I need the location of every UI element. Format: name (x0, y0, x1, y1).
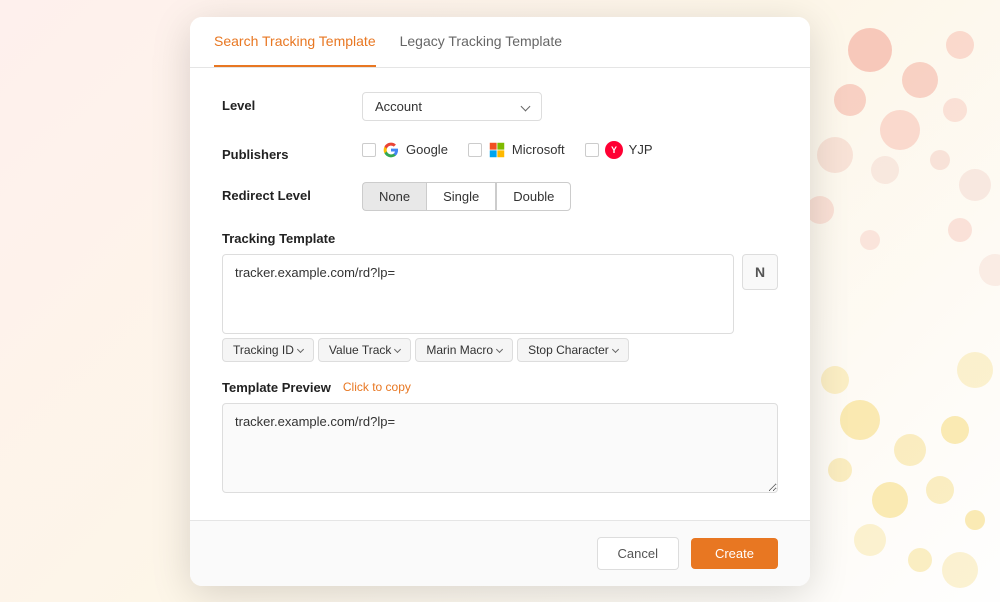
tab-legacy-tracking[interactable]: Legacy Tracking Template (400, 17, 562, 67)
modal-wrapper: Search Tracking Template Legacy Tracking… (0, 0, 1000, 602)
microsoft-checkbox[interactable] (468, 143, 482, 157)
publishers-control: Google (362, 141, 778, 159)
modal-tabs: Search Tracking Template Legacy Tracking… (190, 17, 810, 68)
yjp-checkbox[interactable] (585, 143, 599, 157)
redirect-control: None Single Double (362, 182, 778, 211)
publisher-google: Google (362, 141, 448, 159)
google-checkbox[interactable] (362, 143, 376, 157)
yjp-logo: Y (605, 141, 623, 159)
modal-body: Level Account Publishers (190, 68, 810, 520)
modal: Search Tracking Template Legacy Tracking… (190, 17, 810, 586)
redirect-double-button[interactable]: Double (496, 182, 571, 211)
redirect-row: Redirect Level None Single Double (222, 182, 778, 211)
google-logo (382, 141, 400, 159)
tracking-template-label: Tracking Template (222, 231, 778, 246)
value-track-arrow (394, 346, 401, 353)
redirect-buttons: None Single Double (362, 182, 778, 211)
n-button[interactable]: N (742, 254, 778, 290)
chevron-down-icon (521, 101, 531, 111)
create-button[interactable]: Create (691, 538, 778, 569)
publisher-yjp: Y YJP (585, 141, 653, 159)
publisher-microsoft: Microsoft (468, 141, 565, 159)
tag-buttons: Tracking ID Value Track Marin Macro Stop… (222, 338, 778, 362)
level-label: Level (222, 92, 362, 113)
preview-textarea[interactable]: tracker.example.com/rd?lp= (222, 403, 778, 493)
yjp-name: YJP (629, 142, 653, 157)
stop-character-button[interactable]: Stop Character (517, 338, 629, 362)
svg-text:Y: Y (611, 145, 617, 155)
microsoft-name: Microsoft (512, 142, 565, 157)
tab-search-tracking[interactable]: Search Tracking Template (214, 17, 376, 67)
click-to-copy[interactable]: Click to copy (343, 380, 411, 394)
tracking-template-input[interactable]: tracker.example.com/rd?lp= (222, 254, 734, 334)
cancel-button[interactable]: Cancel (597, 537, 679, 570)
redirect-label: Redirect Level (222, 182, 362, 203)
template-preview-section: Template Preview Click to copy tracker.e… (222, 380, 778, 496)
publishers-label: Publishers (222, 141, 362, 162)
marin-macro-arrow (496, 346, 503, 353)
google-name: Google (406, 142, 448, 157)
stop-character-arrow (612, 346, 619, 353)
publishers-list: Google (362, 141, 778, 159)
tracking-id-button[interactable]: Tracking ID (222, 338, 314, 362)
tracking-template-area: tracker.example.com/rd?lp= N (222, 254, 778, 334)
modal-footer: Cancel Create (190, 520, 810, 586)
publishers-row: Publishers (222, 141, 778, 162)
level-control: Account (362, 92, 778, 121)
preview-header: Template Preview Click to copy (222, 380, 778, 395)
tracking-id-arrow (297, 346, 304, 353)
microsoft-logo (488, 141, 506, 159)
level-row: Level Account (222, 92, 778, 121)
redirect-single-button[interactable]: Single (426, 182, 496, 211)
tracking-template-section: Tracking Template tracker.example.com/rd… (222, 231, 778, 362)
redirect-none-button[interactable]: None (362, 182, 426, 211)
level-dropdown[interactable]: Account (362, 92, 542, 121)
level-value: Account (375, 99, 422, 114)
marin-macro-button[interactable]: Marin Macro (415, 338, 513, 362)
value-track-button[interactable]: Value Track (318, 338, 411, 362)
preview-title: Template Preview (222, 380, 331, 395)
